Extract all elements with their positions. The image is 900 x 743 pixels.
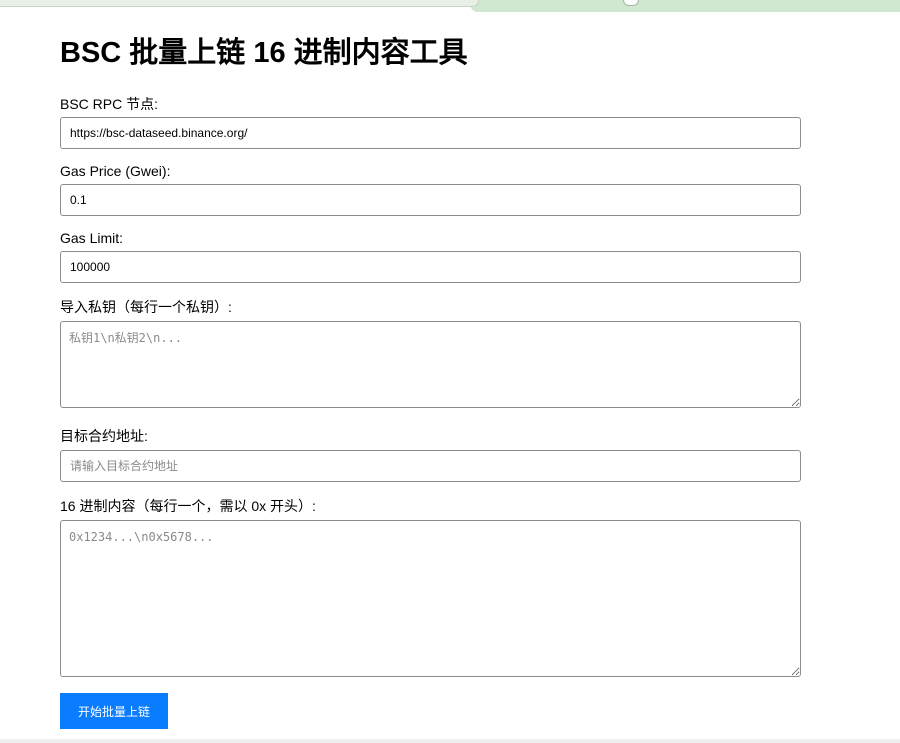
rpc-input[interactable] (60, 117, 801, 149)
gas-limit-label: Gas Limit: (60, 230, 124, 246)
hex-content-textarea[interactable] (60, 520, 801, 677)
start-batch-button[interactable]: 开始批量上链 (60, 693, 168, 729)
gas-price-input[interactable] (60, 184, 801, 216)
private-keys-textarea[interactable] (60, 321, 801, 408)
page-title: BSC 批量上链 16 进制内容工具 (60, 37, 468, 69)
hex-content-label: 16 进制内容（每行一个，需以 0x 开头）: (60, 498, 316, 514)
gas-limit-input[interactable] (60, 251, 801, 283)
window-bottom-edge (0, 739, 900, 743)
browser-tab-bar (470, 0, 900, 12)
rpc-label: BSC RPC 节点: (60, 96, 159, 112)
contract-address-input[interactable] (60, 450, 801, 482)
browser-active-tab-edge (0, 0, 479, 7)
gas-price-label: Gas Price (Gwei): (60, 163, 171, 179)
private-keys-label: 导入私钥（每行一个私钥）: (60, 299, 232, 315)
contract-address-label: 目标合约地址: (60, 428, 148, 444)
